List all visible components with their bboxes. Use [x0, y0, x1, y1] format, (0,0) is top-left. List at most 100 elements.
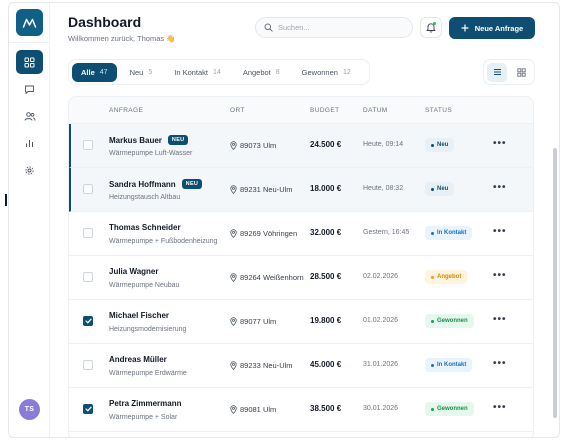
column-header-budget[interactable]: BUDGET: [310, 107, 340, 114]
location-text: 89081 Ulm: [240, 405, 277, 414]
chat-icon: [25, 85, 34, 94]
tab-label: Neu: [129, 67, 144, 77]
row-budget: 28.500 €: [310, 272, 342, 281]
more-options-icon[interactable]: •••: [493, 138, 507, 149]
table-row[interactable]: Andreas Müller Wärmepumpe Erdwärme 89233 N…: [69, 344, 533, 388]
table-row[interactable]: Sandra Hoffmann NEU Heizungstausch Altbau 8…: [69, 168, 533, 212]
sidebar-item-messages[interactable]: [16, 77, 43, 101]
table-row[interactable]: Markus Bauer NEU Wärmepumpe Luft-Wasser 890…: [69, 124, 533, 168]
row-customer-name[interactable]: Thomas Schneider: [109, 223, 181, 232]
tab-count: 12: [342, 68, 351, 76]
location-text: 89233 Neu-Ulm: [240, 361, 293, 370]
row-customer-name[interactable]: Michael Fischer: [109, 311, 169, 320]
status-dot: [431, 407, 434, 411]
search-icon: [264, 23, 273, 32]
sidebar-item-dashboard[interactable]: [16, 50, 43, 74]
location-text: 89269 Vöhringen: [240, 229, 298, 238]
row-checkbox[interactable]: [83, 316, 93, 326]
row-customer-name[interactable]: Sandra Hoffmann NEU: [109, 179, 203, 189]
more-options-icon[interactable]: •••: [493, 358, 507, 369]
customer-name: Andreas Müller: [109, 355, 167, 364]
location-text: 89077 Ulm: [240, 317, 277, 326]
notification-dot: [433, 22, 436, 25]
more-options-icon[interactable]: •••: [493, 402, 507, 413]
table-row[interactable]: Michael Fischer Heizungsmodernisierung 890…: [69, 300, 533, 344]
tab-angebot[interactable]: Angebot 8: [234, 63, 289, 82]
row-checkbox[interactable]: [83, 404, 93, 414]
more-options-icon[interactable]: •••: [493, 314, 507, 325]
status-text: Gewonnen: [437, 406, 468, 412]
list-view-button[interactable]: [487, 62, 507, 82]
sidebar-item-customers[interactable]: [16, 104, 43, 128]
app-window: TS Dashboard Willkommen zurück, Thomas 👋…: [8, 2, 560, 438]
notifications-button[interactable]: [420, 17, 442, 38]
row-checkbox[interactable]: [83, 184, 93, 194]
table-row[interactable]: Petra Zimmermann Wärmepumpe + Solar 89081 …: [69, 388, 533, 432]
grid-icon: [24, 57, 35, 67]
row-product: Wärmepumpe Neubau: [109, 282, 180, 289]
table-row[interactable]: Thomas Schneider Wärmepumpe + Fußbodenhei…: [69, 212, 533, 256]
customer-name: Petra Zimmermann: [109, 399, 182, 408]
sidebar-item-settings[interactable]: [16, 158, 43, 182]
status-dot: [431, 187, 434, 191]
table-row[interactable]: Julia Wagner Wärmepumpe Neubau 89264 Weiße…: [69, 256, 533, 300]
more-options-icon[interactable]: •••: [493, 182, 507, 193]
row-location: 89264 Weißenhorn: [230, 273, 304, 282]
row-customer-name[interactable]: Andreas Müller: [109, 355, 167, 364]
plus-icon: [461, 24, 469, 32]
row-checkbox[interactable]: [83, 360, 93, 370]
row-location: 89073 Ulm: [230, 141, 276, 150]
status-badge: Neu: [425, 138, 455, 152]
row-date: 30.01.2026: [363, 405, 399, 412]
status-dot: [431, 319, 434, 323]
more-options-icon[interactable]: •••: [493, 226, 507, 237]
row-budget: 24.500 €: [310, 140, 342, 149]
user-avatar[interactable]: TS: [19, 399, 40, 420]
status-tabs: Alle 47 Neu 5 In Kontakt 14 Angebot 8 Ge…: [68, 59, 370, 85]
status-badge: In Kontakt: [425, 226, 473, 240]
row-customer-name[interactable]: Julia Wagner: [109, 267, 159, 276]
map-pin-icon: [230, 229, 237, 238]
row-customer-name[interactable]: Markus Bauer NEU: [109, 135, 189, 145]
row-checkbox[interactable]: [83, 228, 93, 238]
map-pin-icon: [230, 141, 237, 150]
new-request-button[interactable]: Neue Anfrage: [449, 17, 535, 39]
row-checkbox[interactable]: [83, 140, 93, 150]
logo-icon: [22, 18, 37, 28]
status-badge: Gewonnen: [425, 314, 474, 328]
check-icon: [84, 318, 92, 324]
row-product: Heizungstausch Altbau: [109, 194, 181, 201]
tab-alle[interactable]: Alle 47: [72, 62, 117, 82]
app-logo[interactable]: [16, 9, 43, 36]
search-input[interactable]: [278, 23, 408, 32]
row-checkbox[interactable]: [83, 272, 93, 282]
row-budget: 18.000 €: [310, 184, 342, 193]
tab-count: 5: [148, 68, 153, 76]
scrollbar[interactable]: [553, 148, 557, 418]
column-header-ort[interactable]: ORT: [230, 107, 245, 114]
tab-neu[interactable]: Neu 5: [121, 63, 162, 82]
bar-chart-icon: [26, 139, 33, 147]
row-customer-name[interactable]: Petra Zimmermann: [109, 399, 181, 408]
search-box[interactable]: [255, 17, 413, 38]
grid-view-button[interactable]: [511, 63, 531, 82]
column-header-anfrage[interactable]: ANFRAGE: [109, 107, 143, 114]
customer-name: Markus Bauer: [109, 135, 162, 145]
more-options-icon[interactable]: •••: [493, 270, 507, 281]
column-header-datum[interactable]: DATUM: [363, 107, 388, 114]
status-dot: [431, 143, 434, 147]
map-pin-icon: [230, 273, 237, 282]
status-text: In Kontakt: [437, 362, 467, 368]
row-location: 89081 Ulm: [230, 405, 276, 414]
tab-gewonnen[interactable]: Gewonnen 12: [293, 63, 360, 82]
status-dot: [431, 363, 434, 367]
new-request-label: Neue Anfrage: [474, 23, 524, 33]
sidebar-item-statistics[interactable]: [16, 131, 43, 155]
tab-in-kontakt[interactable]: In Kontakt 14: [165, 63, 230, 82]
sidebar-divider: [9, 42, 50, 43]
row-product: Wärmepumpe + Fußbodenheizung: [109, 238, 218, 245]
column-header-status[interactable]: STATUS: [425, 107, 452, 114]
location-text: 89231 Neu-Ulm: [240, 185, 293, 194]
table-header: ANFRAGE ORT BUDGET DATUM STATUS: [69, 97, 533, 124]
tab-label: Alle: [81, 67, 95, 77]
